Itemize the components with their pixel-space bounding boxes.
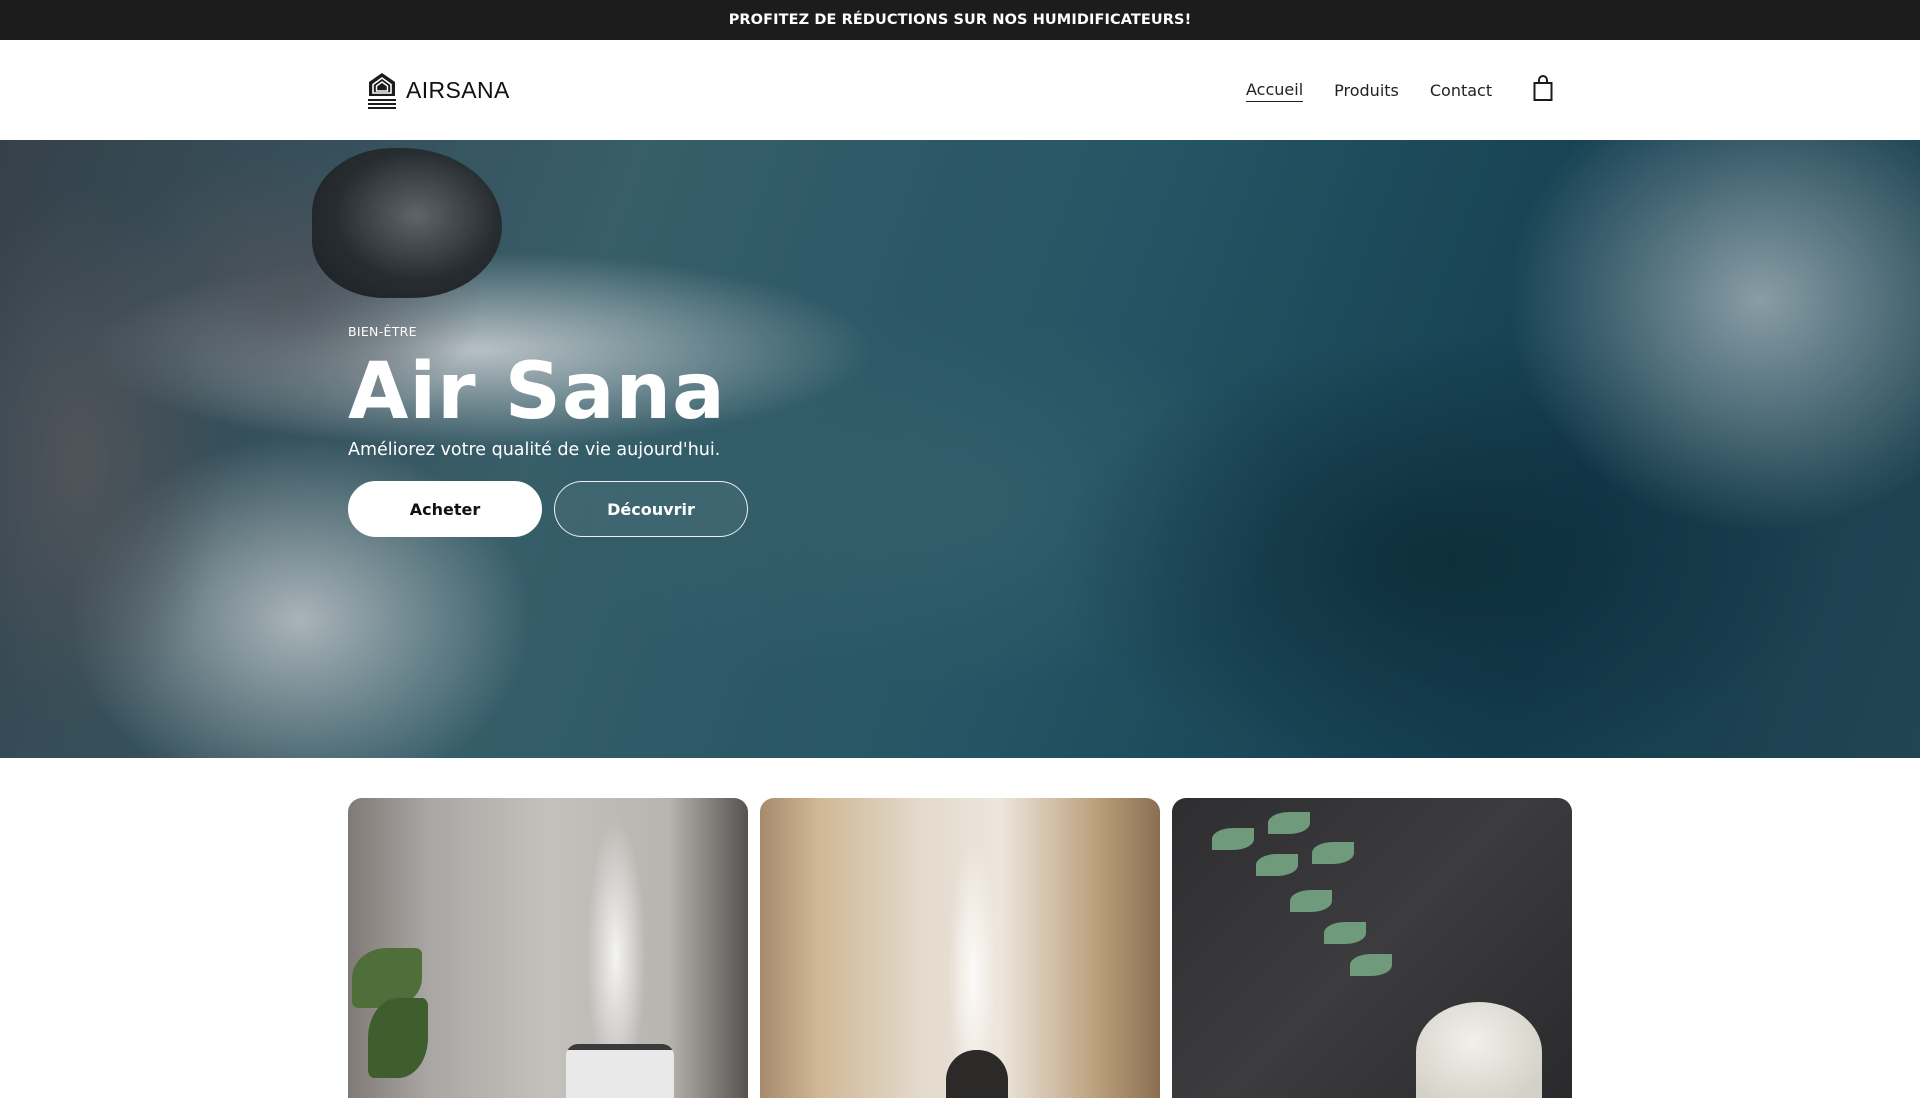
nav-link-contact[interactable]: Contact (1430, 81, 1492, 102)
mist-image (948, 838, 998, 1068)
shopping-bag-icon[interactable] (1531, 74, 1555, 102)
announcement-text: PROFITEZ DE RÉDUCTIONS SUR NOS HUMIDIFIC… (728, 12, 1192, 28)
announcement-bar: PROFITEZ DE RÉDUCTIONS SUR NOS HUMIDIFIC… (0, 0, 1920, 40)
nav-link-produits[interactable]: Produits (1334, 81, 1399, 102)
product-cards (348, 798, 1572, 1098)
product-card-white-humidifier[interactable] (348, 798, 748, 1098)
airsana-logo-icon (368, 73, 396, 109)
logo-text: AIRSANA (406, 76, 510, 103)
product-card-dark-diffuser[interactable] (760, 798, 1160, 1098)
nav-link-accueil[interactable]: Accueil (1246, 80, 1304, 102)
hero-eyebrow: BIEN-ÊTRE (348, 324, 417, 339)
buy-button[interactable]: Acheter (348, 481, 542, 537)
mist-image (586, 818, 646, 1048)
white-humidifier-image (566, 1044, 674, 1098)
hero-buttons: Acheter Découvrir (348, 481, 748, 537)
hero-title: Air Sana (348, 347, 726, 437)
hero-banner: BIEN-ÊTRE Air Sana Améliorez votre quali… (0, 140, 1920, 758)
hero-content: BIEN-ÊTRE Air Sana Améliorez votre quali… (348, 324, 748, 537)
discover-button[interactable]: Découvrir (554, 481, 748, 537)
ceramic-diffuser-image (1416, 1002, 1542, 1098)
logo-link[interactable]: AIRSANA (364, 70, 510, 110)
eucalyptus-leaf-image (1212, 828, 1254, 850)
hero-subtitle: Améliorez votre qualité de vie aujourd'h… (348, 440, 721, 460)
product-card-ceramic-diffuser[interactable] (1172, 798, 1572, 1098)
dark-diffuser-image (946, 1050, 1008, 1098)
main-nav: Accueil Produits Contact (1246, 76, 1523, 106)
site-header: AIRSANA Accueil Produits Contact (0, 40, 1920, 140)
